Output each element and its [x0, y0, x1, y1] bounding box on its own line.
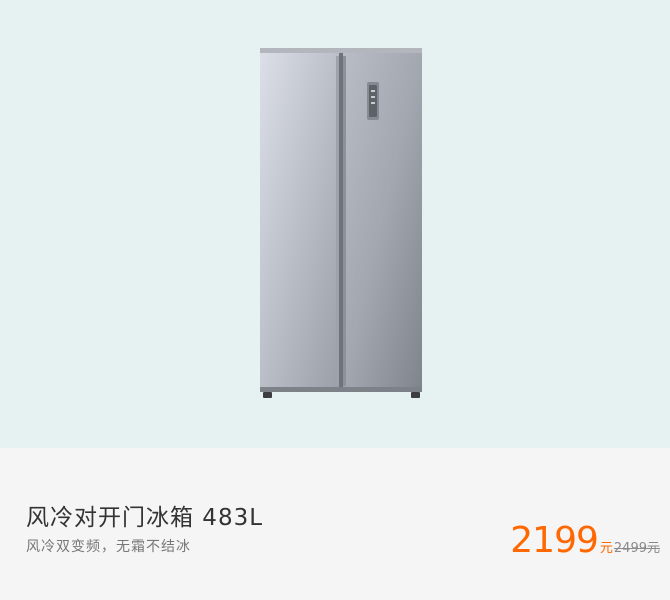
product-image-area[interactable] — [0, 0, 670, 448]
product-info: 风冷对开门冰箱 483L 风冷双变频，无霜不结冰 2199 元 2499元 — [0, 448, 670, 600]
current-price: 2199 — [510, 520, 599, 561]
product-subtitle: 风冷双变频，无霜不结冰 — [26, 539, 191, 555]
product-title[interactable]: 风冷对开门冰箱 483L — [26, 498, 263, 532]
product-card[interactable]: 风冷对开门冰箱 483L 风冷双变频，无霜不结冰 2199 元 2499元 — [0, 0, 670, 600]
price-block: 2199 元 2499元 — [510, 520, 660, 561]
refrigerator-image — [260, 48, 422, 398]
price-unit: 元 — [599, 541, 613, 556]
original-price: 2499元 — [613, 541, 660, 556]
